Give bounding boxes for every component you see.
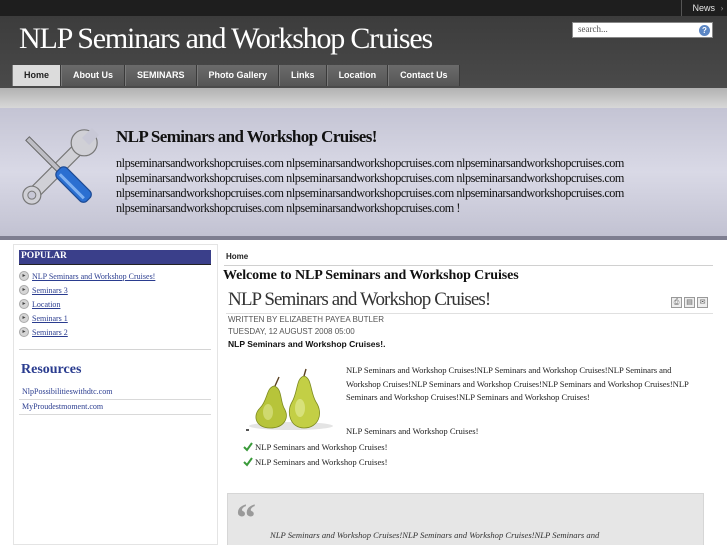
popular-link[interactable]: Seminars 3 (32, 286, 68, 295)
list-item: NLP Seminars and Workshop Cruises! (243, 439, 388, 454)
article-body: NLP Seminars and Workshop Cruises!NLP Se… (346, 365, 689, 402)
nav-seminars[interactable]: SEMINARS (125, 65, 197, 86)
email-icon[interactable]: ✉ (697, 297, 708, 308)
checklist-text: NLP Seminars and Workshop Cruises! (255, 441, 388, 452)
nav-location[interactable]: Location (326, 65, 389, 86)
resource-link[interactable]: NlpPossibilitieswithdtc.com (19, 385, 211, 400)
breadcrumb[interactable]: Home (224, 252, 713, 266)
article-date: TUESDAY, 12 AUGUST 2008 05:00 (228, 327, 355, 336)
check-icon (243, 441, 253, 452)
article-author: WRITTEN BY ELIZABETH PAYEA BUTLER (228, 315, 385, 324)
article-lead: NLP Seminars and Workshop Cruises!. (228, 339, 386, 349)
list-item: NLP Seminars and Workshop Cruises! (243, 454, 388, 469)
popular-link[interactable]: Location (32, 300, 60, 309)
resource-link[interactable]: MyProudestmoment.com (19, 400, 211, 415)
popular-heading: POPULAR (19, 250, 211, 265)
resources-list: NlpPossibilitieswithdtc.com MyProudestmo… (19, 385, 211, 415)
nav-contact-us[interactable]: Contact Us (388, 65, 460, 86)
bullet-icon: ▸ (19, 313, 29, 323)
search-input[interactable]: search... (572, 22, 713, 38)
main-nav: Home About Us SEMINARS Photo Gallery Lin… (12, 65, 460, 86)
bullet-icon: ▸ (19, 299, 29, 309)
quote-icon: “ (236, 495, 256, 540)
list-item: ▸ Seminars 3 (19, 283, 211, 297)
list-item: ▸ Location (19, 297, 211, 311)
blockquote: “ NLP Seminars and Workshop Cruises!NLP … (227, 493, 704, 545)
checklist: NLP Seminars and Workshop Cruises! NLP S… (243, 439, 388, 469)
top-strip: News › (0, 0, 727, 16)
news-arrow-icon[interactable]: › (717, 0, 727, 16)
quote-text: NLP Seminars and Workshop Cruises!NLP Se… (270, 530, 600, 540)
article-title[interactable]: NLP Seminars and Workshop Cruises! (228, 289, 491, 311)
banner: NLP Seminars and Workshop Cruises! nlpse… (0, 108, 727, 240)
list-item: ▸ NLP Seminars and Workshop Cruises! (19, 269, 211, 283)
popular-link[interactable]: NLP Seminars and Workshop Cruises! (32, 272, 155, 281)
list-item: ▸ Seminars 1 (19, 311, 211, 325)
popular-link[interactable]: Seminars 2 (32, 328, 68, 337)
popular-list: ▸ NLP Seminars and Workshop Cruises! ▸ Sem… (19, 269, 211, 339)
search-icon[interactable]: ? (699, 25, 710, 36)
checklist-text: NLP Seminars and Workshop Cruises! (255, 456, 388, 467)
sidebar: POPULAR ▸ NLP Seminars and Workshop Cruis… (13, 244, 218, 545)
nav-links[interactable]: Links (279, 65, 327, 86)
banner-text: nlpseminarsandworkshopcruises.com nlpsem… (116, 156, 624, 215)
check-icon (243, 456, 253, 467)
page-heading: Welcome to NLP Seminars and Workshop Cru… (223, 268, 519, 283)
pears-image (246, 368, 333, 431)
banner-title: NLP Seminars and Workshop Cruises! (116, 127, 377, 146)
sidebar-divider (19, 349, 211, 350)
nav-home[interactable]: Home (12, 65, 62, 86)
news-link[interactable]: News (681, 0, 715, 16)
title-divider (226, 313, 713, 314)
bullet-icon: ▸ (19, 271, 29, 281)
bullet-icon: ▸ (19, 327, 29, 337)
print-icon[interactable]: ▤ (684, 297, 695, 308)
bullet-icon: ▸ (19, 285, 29, 295)
header-band (0, 88, 727, 108)
pdf-icon[interactable]: ⎙ (671, 297, 682, 308)
resources-heading: Resources (21, 362, 82, 377)
site-title[interactable]: NLP Seminars and Workshop Cruises (19, 22, 433, 56)
article-paragraph: NLP Seminars and Workshop Cruises! (346, 426, 479, 436)
tools-icon (22, 127, 100, 205)
nav-photo-gallery[interactable]: Photo Gallery (196, 65, 280, 86)
list-item: ▸ Seminars 2 (19, 325, 211, 339)
article-tools: ⎙ ▤ ✉ (669, 297, 708, 308)
popular-link[interactable]: Seminars 1 (32, 314, 68, 323)
nav-about-us[interactable]: About Us (61, 65, 126, 86)
